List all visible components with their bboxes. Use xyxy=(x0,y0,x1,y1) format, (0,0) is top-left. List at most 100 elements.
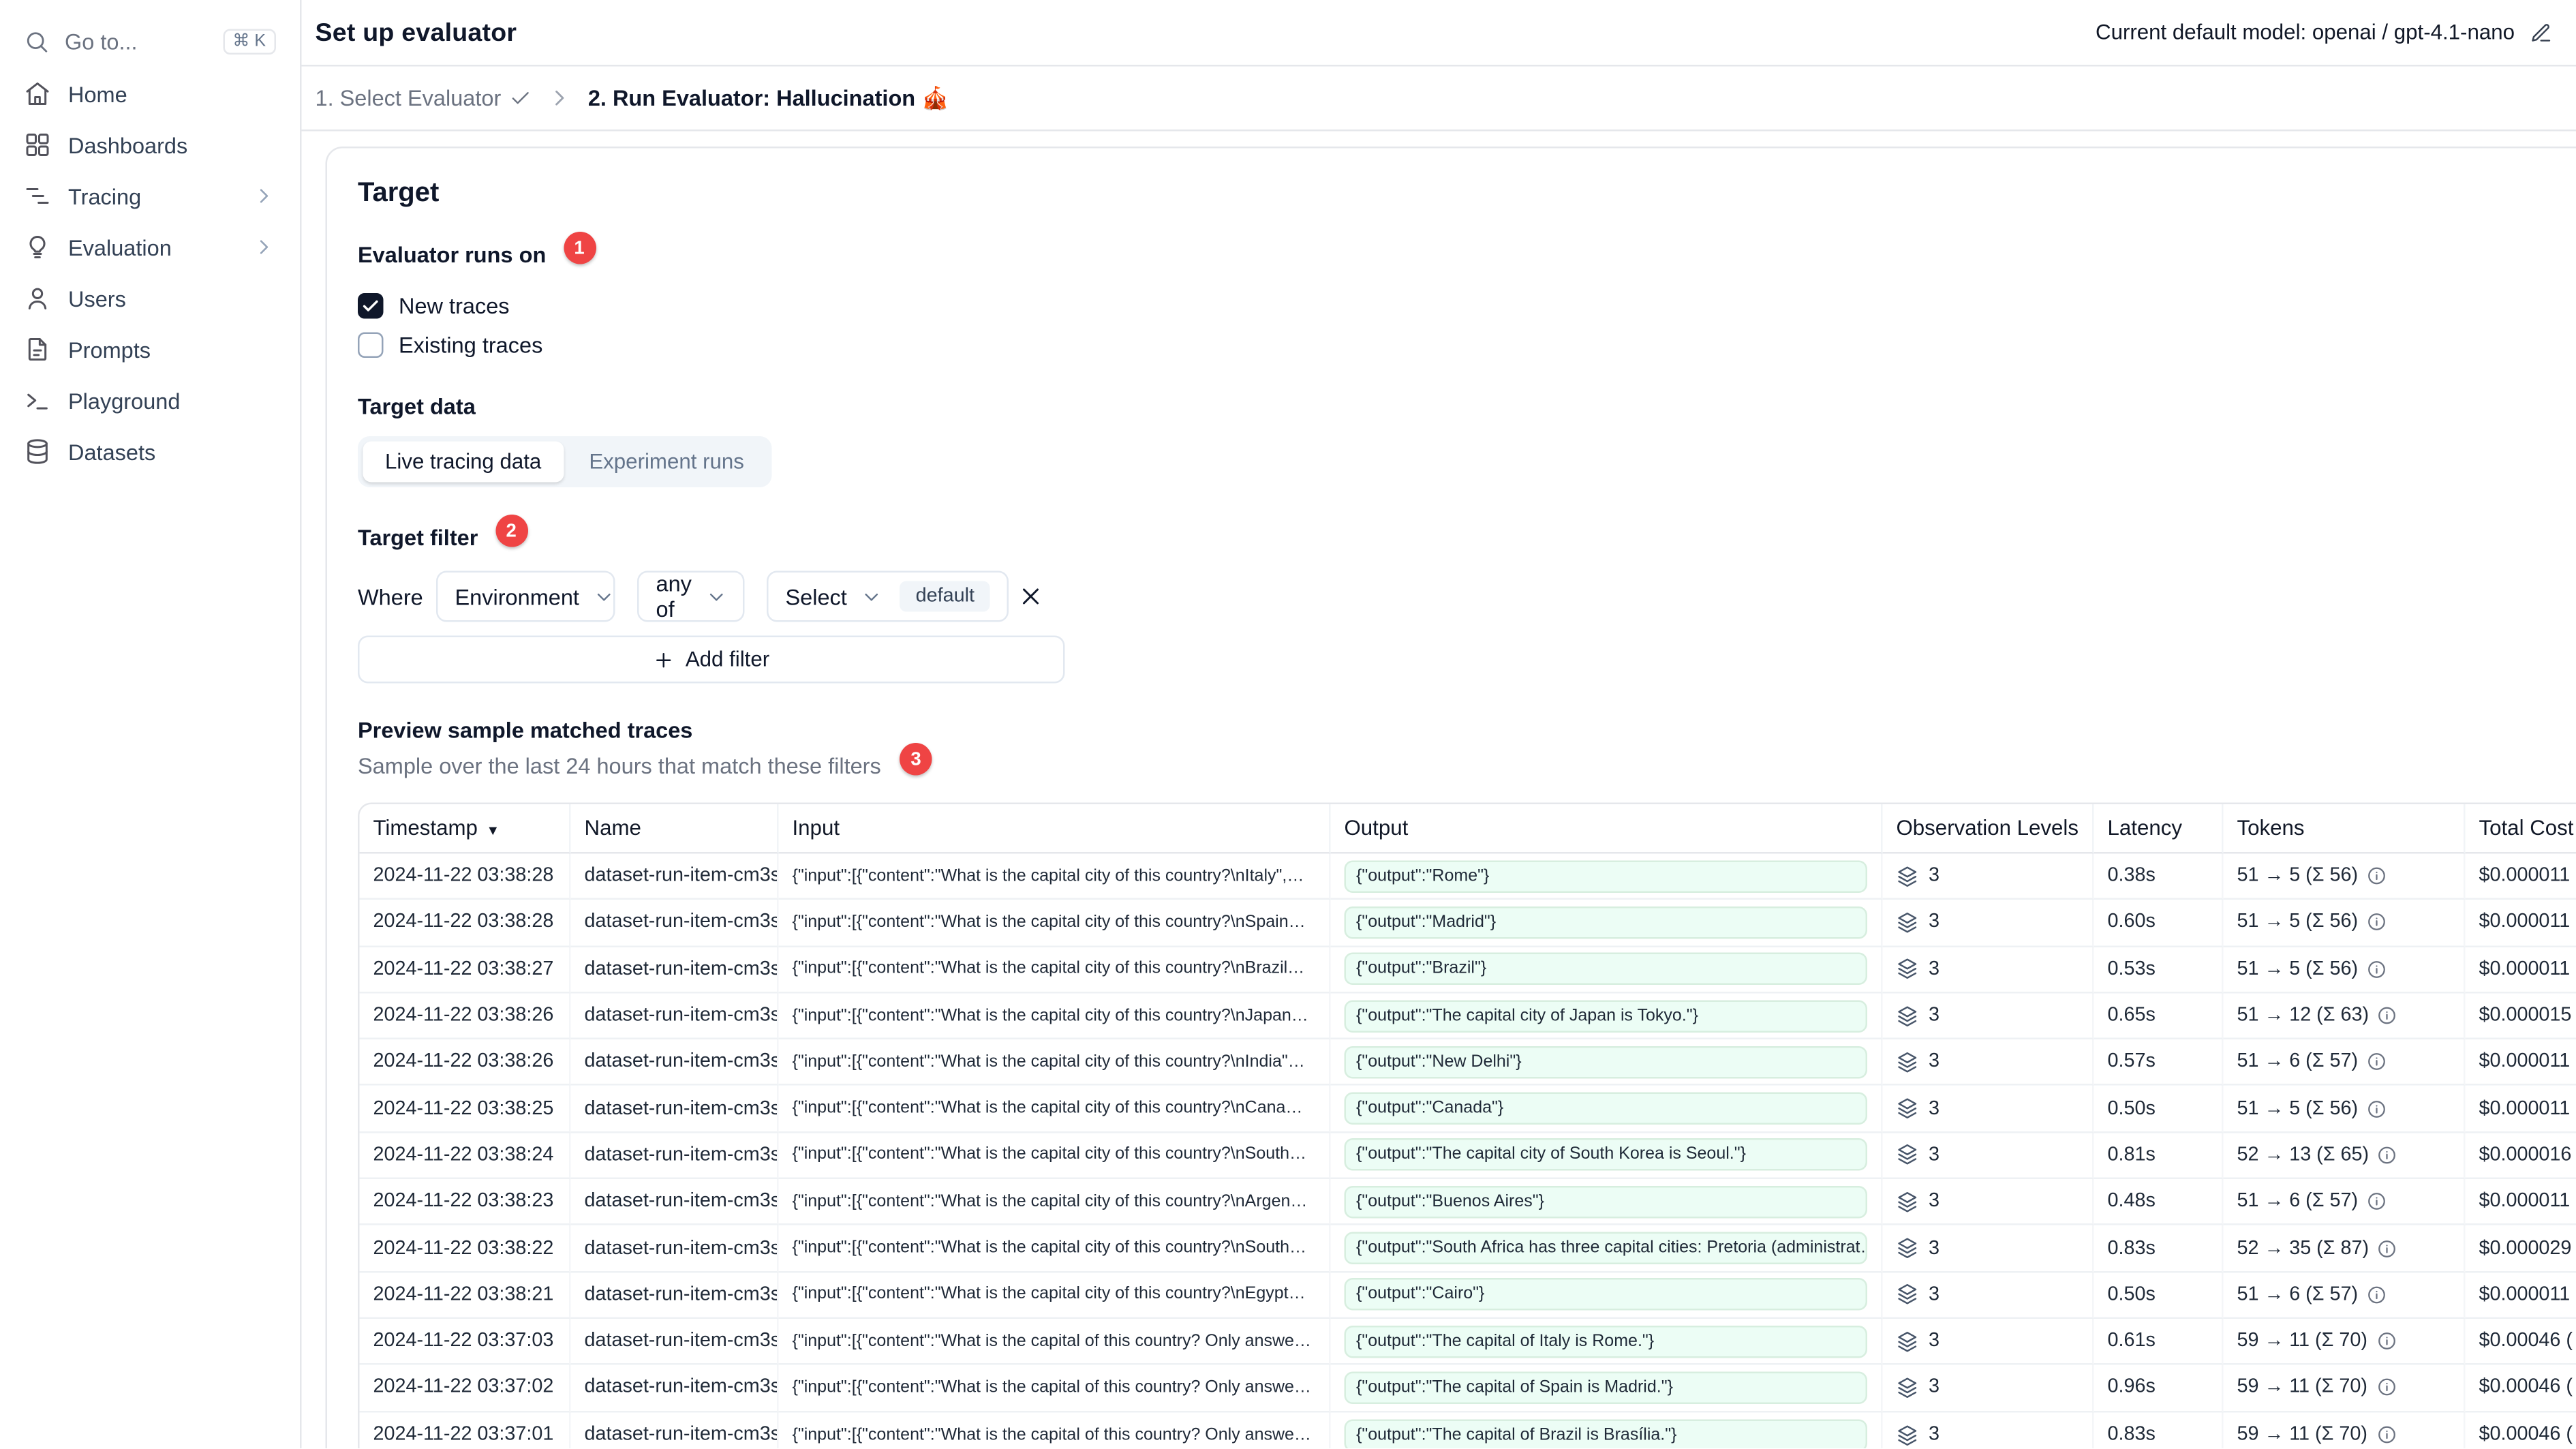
total-cost-cell: $0.00046 ( xyxy=(2479,1424,2573,1446)
layers-icon xyxy=(1897,958,1919,981)
page-title: Set up evaluator xyxy=(315,18,517,47)
nav-item-icon xyxy=(24,80,51,108)
sidebar-item-dashboards[interactable]: Dashboards xyxy=(14,119,286,170)
tab-experiment-runs[interactable]: Experiment runs xyxy=(567,442,767,483)
observation-levels-cell: 3 xyxy=(1883,1412,2094,1449)
table-row: 2024-11-22 03:38:28 dataset-run-item-cm3… xyxy=(359,900,2576,947)
tokens-cell: 51 → 6 (Σ 57) xyxy=(2223,1039,2466,1086)
nav-item-icon xyxy=(24,183,51,210)
total-cost-cell: $0.00046 ( xyxy=(2465,1365,2576,1412)
info-icon[interactable] xyxy=(2367,959,2387,979)
step-badge-1: 1 xyxy=(563,232,596,264)
latency-cell: 0.50s xyxy=(2094,1086,2224,1133)
default-model[interactable]: Current default model: openai / gpt-4.1-… xyxy=(2096,20,2552,44)
main-area: Set up evaluator Current default model: … xyxy=(301,0,2576,1449)
timestamp-cell: 2024-11-22 03:37:03 xyxy=(359,1318,571,1366)
search-shortcut: ⌘ K xyxy=(222,28,276,54)
sidebar-item-home[interactable]: Home xyxy=(14,68,286,119)
column-header-observation-levels: Observation Levels xyxy=(1882,804,2094,854)
tokens-cell: 52 → 13 (Σ 65) xyxy=(2223,1132,2466,1180)
tab-live-tracing-data[interactable]: Live tracing data xyxy=(363,441,564,483)
info-icon[interactable] xyxy=(2378,1005,2398,1026)
input-cell: {"input":[{"content":"What is the capita… xyxy=(778,993,1331,1040)
info-icon[interactable] xyxy=(2367,913,2387,933)
checkbox-row-existing-traces[interactable]: Existing traces xyxy=(358,327,2576,363)
filter-operator-select[interactable]: any of xyxy=(637,570,745,622)
checkbox[interactable] xyxy=(358,293,384,319)
timestamp-cell: 2024-11-22 03:38:25 xyxy=(359,1086,571,1133)
name-cell: dataset-run-item-cm3s4 xyxy=(570,1039,779,1086)
observation-levels-cell: 3 xyxy=(1882,1086,2094,1133)
chevron-down-icon xyxy=(861,585,883,608)
column-header-total-cost: Total Cost xyxy=(2465,804,2576,854)
info-icon[interactable] xyxy=(2378,1238,2398,1258)
nav-item-label: Evaluation xyxy=(68,234,172,260)
input-cell: {"input":[{"content":"What is the capita… xyxy=(778,1132,1331,1180)
sidebar-item-playground[interactable]: Playground xyxy=(14,375,286,426)
pencil-icon[interactable] xyxy=(2530,21,2553,44)
observation-levels-cell: 3 xyxy=(1882,1179,2094,1226)
timestamp-cell: 2024-11-22 03:38:21 xyxy=(359,1272,571,1319)
filter-value-select[interactable]: Select default xyxy=(767,570,1009,622)
filter-field-select[interactable]: Environment xyxy=(436,570,615,622)
total-cost-cell: $0.000011 ( xyxy=(2465,854,2576,900)
column-header-timestamp[interactable]: Timestamp ▼ xyxy=(359,804,571,854)
layers-icon xyxy=(1897,1283,1919,1306)
checkbox-label: Existing traces xyxy=(399,332,543,359)
nav-item-label: Home xyxy=(68,80,127,107)
name-cell: dataset-run-item-cm3s4 xyxy=(570,993,779,1040)
sidebar-item-prompts[interactable]: Prompts xyxy=(14,324,286,375)
tokens-cell: 51 → 5 (Σ 56) xyxy=(2223,900,2466,947)
target-data-label: Target data xyxy=(358,393,476,420)
observation-levels-cell: 3 xyxy=(1882,1039,2094,1086)
latency-cell: 0.60s xyxy=(2094,900,2224,947)
input-cell: {"input":[{"content":"What is the capita… xyxy=(778,1086,1331,1133)
observation-levels-cell: 3 xyxy=(1882,1272,2094,1319)
sidebar-item-users[interactable]: Users xyxy=(14,273,286,324)
info-icon[interactable] xyxy=(2367,1099,2387,1119)
nav-item-label: Playground xyxy=(68,387,181,414)
checkbox[interactable] xyxy=(358,332,384,358)
tokens-cell: 52 → 35 (Σ 87) xyxy=(2223,1225,2466,1272)
name-cell: dataset-run-item-cm3s4 xyxy=(570,1272,779,1319)
timestamp-cell: 2024-11-22 03:38:28 xyxy=(359,900,571,947)
name-cell: dataset-run-item-cm3s4 xyxy=(570,1179,779,1226)
layers-icon xyxy=(1897,1237,1919,1260)
breadcrumb-step-2: 2. Run Evaluator: Hallucination 🎪 xyxy=(587,84,949,110)
total-cost-cell: $0.000011 ( xyxy=(2465,947,2576,994)
table-row: 2024-11-22 03:38:22 dataset-run-item-cm3… xyxy=(359,1225,2576,1272)
info-icon[interactable] xyxy=(2378,1145,2398,1165)
breadcrumb-step-1[interactable]: 1. Select Evaluator xyxy=(316,85,532,111)
check-icon xyxy=(510,87,532,110)
info-icon[interactable] xyxy=(2376,1377,2396,1398)
sidebar-item-evaluation[interactable]: Evaluation xyxy=(14,222,286,273)
tokens-cell: 59 → 11 (Σ 70) xyxy=(2223,1318,2466,1366)
info-icon[interactable] xyxy=(2367,1285,2387,1305)
nav-item-icon xyxy=(24,234,51,261)
table-row: 2024-11-22 03:38:28 dataset-run-item-cm3… xyxy=(359,853,2576,900)
preview-table: Timestamp ▼ Name Input Output Observation… xyxy=(358,802,2576,1449)
sidebar-item-datasets[interactable]: Datasets xyxy=(14,426,286,477)
add-filter-button[interactable]: Add filter xyxy=(358,635,1065,684)
target-card: Target Evaluator runs on 1 New traces Ex… xyxy=(325,147,2576,1449)
output-cell: {"output":"The capital city of Japan is … xyxy=(1330,993,1883,1040)
global-search[interactable]: Go to... ⌘ K xyxy=(14,14,286,68)
info-icon[interactable] xyxy=(2367,866,2387,886)
output-cell: {"output":"Madrid"} xyxy=(1330,900,1883,947)
step-badge-2: 2 xyxy=(495,515,527,547)
table-row: 2024-11-22 03:37:02 dataset-run-item-cm3… xyxy=(359,1365,2576,1412)
chevron-down-icon xyxy=(593,585,615,608)
timestamp-cell: 2024-11-22 03:37:02 xyxy=(359,1365,571,1412)
output-cell: {"output":"The capital of Brazil is Bras… xyxy=(1331,1412,1883,1449)
remove-filter-button[interactable] xyxy=(1017,583,1045,610)
layers-icon xyxy=(1897,1144,1919,1167)
info-icon[interactable] xyxy=(2376,1425,2396,1446)
checkbox-row-new-traces[interactable]: New traces xyxy=(358,288,2576,324)
sidebar-item-tracing[interactable]: Tracing xyxy=(14,170,286,222)
info-icon[interactable] xyxy=(2376,1331,2396,1352)
input-cell: {"input":[{"content":"What is the capita… xyxy=(778,1225,1331,1272)
table-row: 2024-11-22 03:38:26 dataset-run-item-cm3… xyxy=(359,993,2576,1040)
info-icon[interactable] xyxy=(2367,1052,2387,1072)
info-icon[interactable] xyxy=(2367,1191,2387,1212)
timestamp-cell: 2024-11-22 03:38:22 xyxy=(359,1225,571,1272)
